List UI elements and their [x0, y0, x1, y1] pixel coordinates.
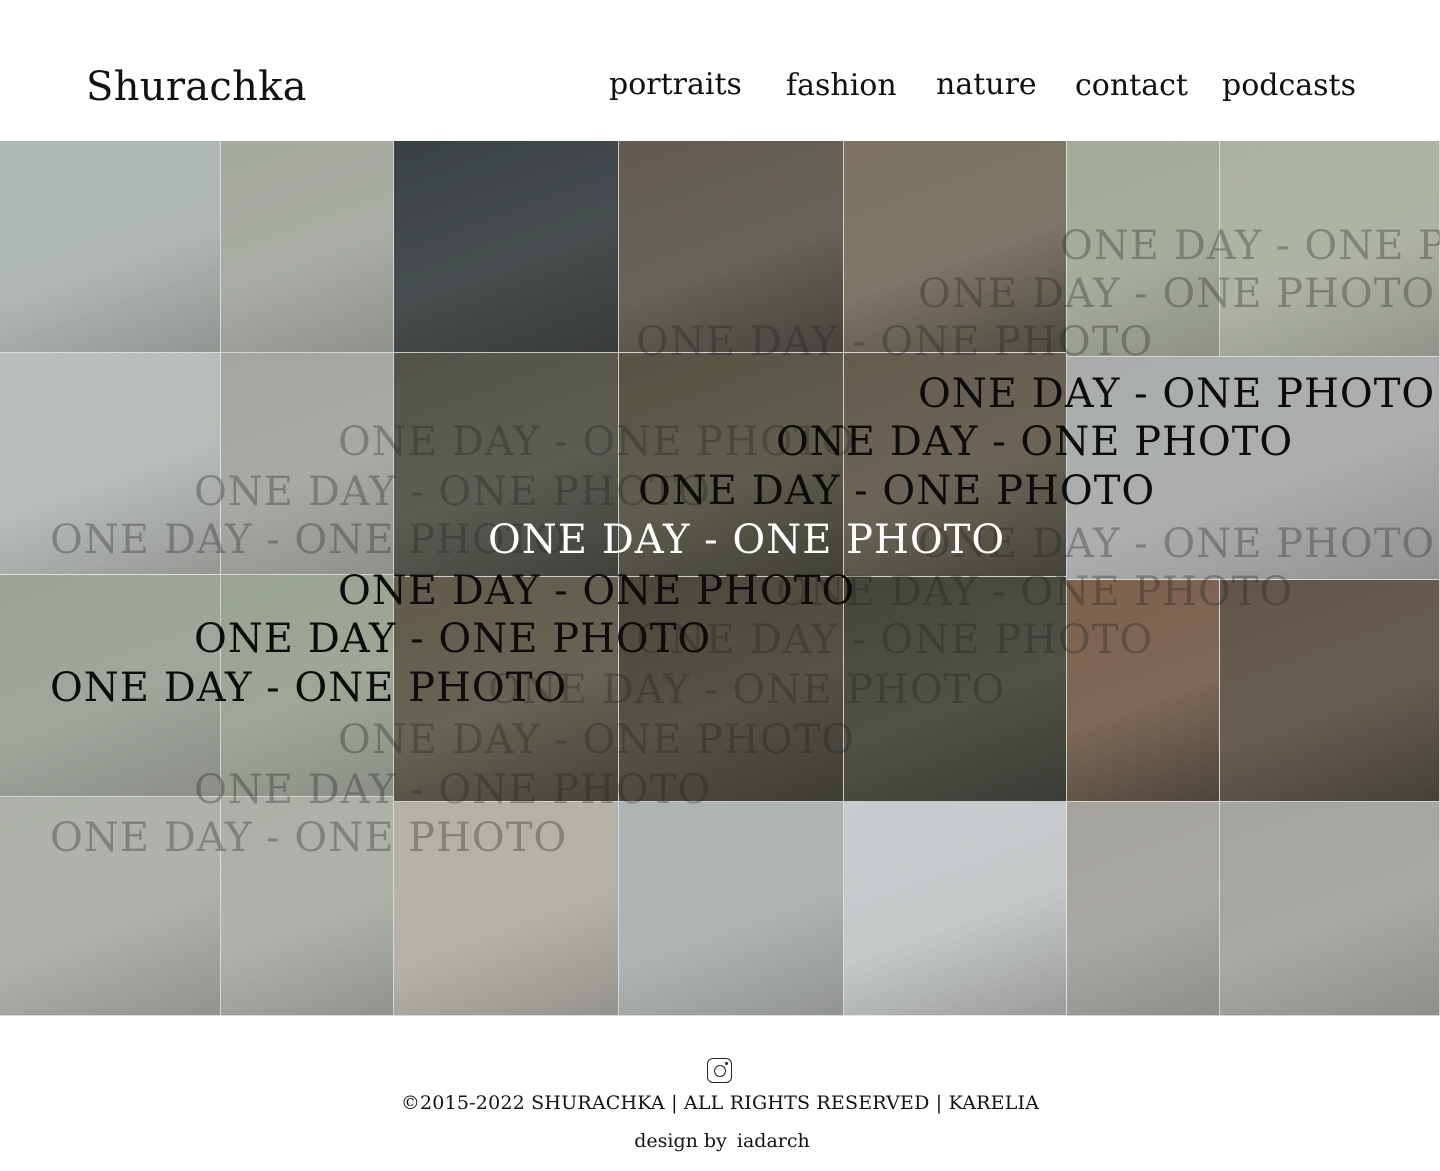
site-logo[interactable]: Shurachka — [86, 64, 307, 110]
photo-tile[interactable] — [1220, 802, 1440, 1016]
photo-tile[interactable] — [619, 802, 844, 1016]
photo-tile[interactable] — [1067, 141, 1220, 357]
nav-nature[interactable]: nature — [936, 67, 1037, 102]
photo-tile[interactable] — [1067, 357, 1440, 580]
designer-link[interactable]: iadarch — [737, 1130, 810, 1152]
photo-tile[interactable] — [221, 353, 394, 575]
design-credit: design by iadarch — [0, 1130, 1440, 1152]
photo-tile[interactable] — [0, 141, 221, 353]
photo-tile[interactable] — [844, 353, 1067, 577]
photo-tile[interactable] — [0, 575, 221, 797]
nav-fashion[interactable]: fashion — [786, 68, 897, 103]
photo-tile[interactable] — [394, 141, 619, 353]
nav-portraits[interactable]: portraits — [609, 67, 742, 102]
photo-tile[interactable] — [619, 141, 844, 353]
photo-tile[interactable] — [844, 141, 1067, 353]
photo-tile[interactable] — [221, 575, 394, 797]
photo-tile[interactable] — [844, 802, 1067, 1016]
photo-tile[interactable] — [844, 577, 1067, 802]
photo-gallery: ONE DAY - ONE PHOTO ONE DAY - ONE PHOTO … — [0, 141, 1440, 1016]
credit-prefix: design by — [634, 1130, 727, 1152]
photo-tile[interactable] — [619, 577, 844, 802]
photo-tile[interactable] — [1220, 141, 1440, 357]
copyright-text: ©2015-2022 SHURACHKA | ALL RIGHTS RESERV… — [400, 1092, 1040, 1114]
nav-contact[interactable]: contact — [1075, 68, 1188, 103]
photo-tile[interactable] — [1220, 580, 1440, 802]
photo-tile[interactable] — [0, 797, 221, 1016]
nav-podcasts[interactable]: podcasts — [1222, 68, 1356, 103]
photo-tile[interactable] — [221, 797, 394, 1016]
site-header: Shurachka portraits fashion nature conta… — [0, 0, 1440, 141]
photo-tile[interactable] — [1067, 802, 1220, 1016]
photo-tile[interactable] — [619, 353, 844, 577]
photo-tile[interactable] — [1067, 580, 1220, 802]
photo-tile[interactable] — [0, 353, 221, 575]
photo-tile[interactable] — [221, 141, 394, 353]
photo-tile[interactable] — [394, 353, 619, 577]
site-footer: ©2015-2022 SHURACHKA | ALL RIGHTS RESERV… — [0, 1016, 1440, 1171]
photo-tile[interactable] — [394, 577, 619, 802]
photo-tile[interactable] — [394, 802, 619, 1016]
instagram-icon[interactable] — [707, 1058, 732, 1083]
